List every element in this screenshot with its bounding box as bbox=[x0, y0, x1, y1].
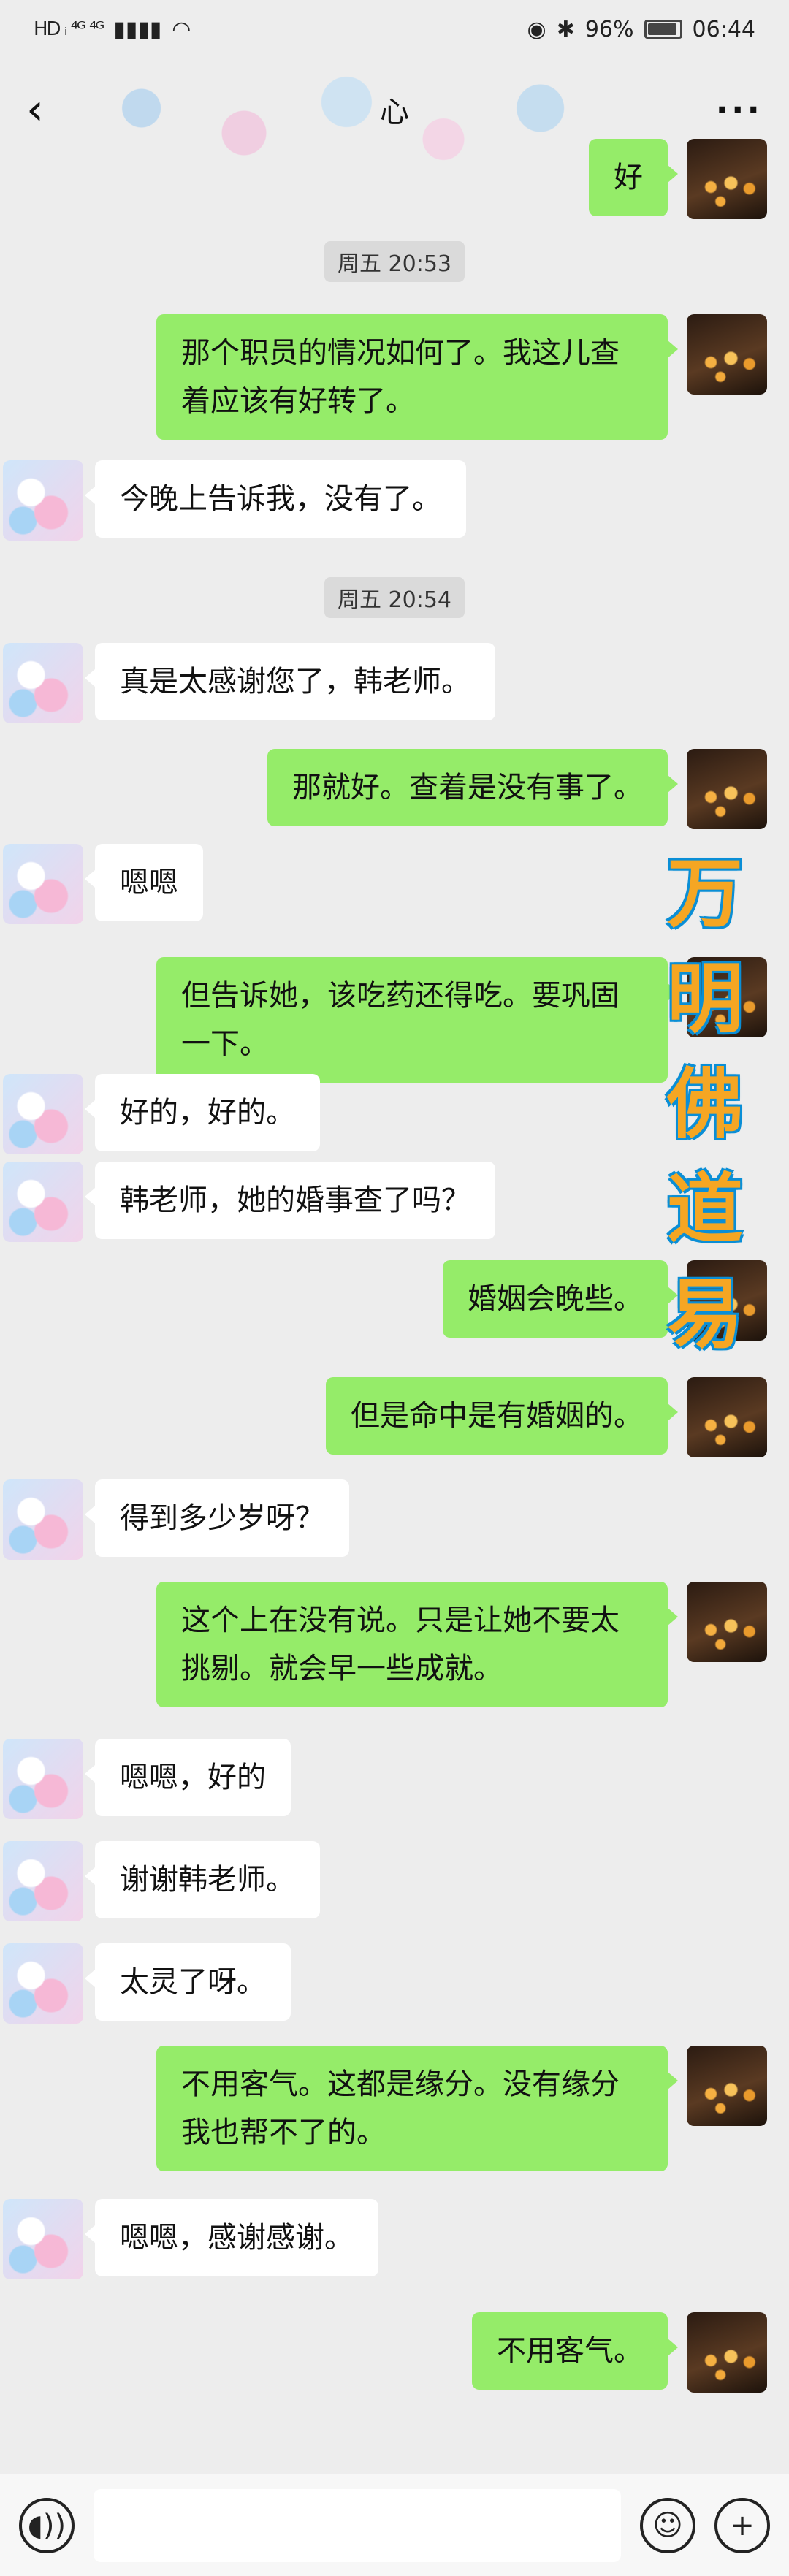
input-bar: ◖)) ☺ + bbox=[0, 2474, 789, 2576]
wifi-icon: ◠ bbox=[172, 16, 191, 42]
avatar[interactable] bbox=[687, 1260, 767, 1341]
avatar[interactable] bbox=[687, 1377, 767, 1457]
message-row-received: 韩老师，她的婚事查了吗？ bbox=[3, 1162, 495, 1242]
message-row-sent: 但告诉她，该吃药还得吃。要巩固一下。 bbox=[156, 957, 767, 1083]
message-bubble[interactable]: 谢谢韩老师。 bbox=[85, 1841, 320, 1918]
chat-header: ‹ 心 ··· bbox=[0, 58, 789, 161]
message-bubble[interactable]: 今晚上告诉我，没有了。 bbox=[85, 460, 466, 538]
message-bubble[interactable]: 婚姻会晚些。 bbox=[443, 1260, 678, 1338]
message-bubble[interactable]: 嗯嗯 bbox=[85, 844, 203, 921]
timestamp: 周五 20:53 bbox=[0, 241, 789, 282]
message-row-sent: 不用客气。 bbox=[472, 2312, 767, 2393]
message-row-received: 真是太感谢您了，韩老师。 bbox=[3, 643, 495, 723]
avatar[interactable] bbox=[687, 2046, 767, 2126]
message-bubble[interactable]: 但告诉她，该吃药还得吃。要巩固一下。 bbox=[156, 957, 678, 1083]
message-bubble[interactable]: 得到多少岁呀？ bbox=[85, 1479, 349, 1557]
signal-icon: ▮▮▮▮ bbox=[113, 16, 162, 42]
message-row-received: 嗯嗯，感谢感谢。 bbox=[3, 2199, 378, 2279]
message-bubble[interactable]: 这个上在没有说。只是让她不要太挑剔。就会早一些成就。 bbox=[156, 1582, 678, 1707]
battery-percent: 96% bbox=[584, 16, 634, 42]
message-row-received: 嗯嗯 bbox=[3, 844, 203, 924]
message-row-sent: 但是命中是有婚姻的。 bbox=[326, 1377, 767, 1457]
plus-circle-icon[interactable]: + bbox=[714, 2497, 770, 2553]
watermark-char: 万 bbox=[666, 848, 743, 938]
message-bubble[interactable]: 那个职员的情况如何了。我这儿查着应该有好转了。 bbox=[156, 314, 678, 440]
status-right: ◉ ✱ 96% 06:44 bbox=[527, 17, 755, 42]
message-bubble[interactable]: 嗯嗯，好的 bbox=[85, 1739, 291, 1816]
message-bubble[interactable]: 不用客气。这都是缘分。没有缘分我也帮不了的。 bbox=[156, 2046, 678, 2171]
message-bubble[interactable]: 韩老师，她的婚事查了吗？ bbox=[85, 1162, 495, 1239]
chat-title: 心 bbox=[380, 96, 409, 129]
message-row-received: 得到多少岁呀？ bbox=[3, 1479, 349, 1560]
message-row-received: 太灵了呀。 bbox=[3, 1943, 291, 2024]
message-row-received: 嗯嗯，好的 bbox=[3, 1739, 291, 1819]
watermark-char: 道 bbox=[666, 1164, 743, 1254]
message-input[interactable] bbox=[94, 2488, 621, 2562]
message-bubble[interactable]: 太灵了呀。 bbox=[85, 1943, 291, 2021]
signal-indicators: HD ᵢ ⁴ᴳ ⁴ᴳ bbox=[34, 18, 104, 40]
avatar[interactable] bbox=[687, 1582, 767, 1662]
voice-icon[interactable]: ◖)) bbox=[19, 2497, 75, 2553]
avatar[interactable] bbox=[3, 1739, 83, 1819]
message-row-received: 谢谢韩老师。 bbox=[3, 1841, 320, 1921]
message-row-sent: 那个职员的情况如何了。我这儿查着应该有好转了。 bbox=[156, 314, 767, 440]
battery-icon bbox=[644, 20, 682, 39]
message-bubble[interactable]: 不用客气。 bbox=[472, 2312, 678, 2390]
bluetooth-icon: ✱ bbox=[556, 16, 575, 42]
status-left: HD ᵢ ⁴ᴳ ⁴ᴳ ▮▮▮▮ ◠ bbox=[34, 17, 191, 42]
eye-icon: ◉ bbox=[527, 16, 546, 42]
avatar[interactable] bbox=[3, 643, 83, 723]
timestamp-label: 周五 20:54 bbox=[324, 577, 465, 618]
message-bubble[interactable]: 嗯嗯，感谢感谢。 bbox=[85, 2199, 378, 2276]
message-row-sent: 那就好。查着是没有事了。 bbox=[267, 749, 767, 829]
avatar[interactable] bbox=[3, 460, 83, 541]
message-bubble[interactable]: 好的，好的。 bbox=[85, 1074, 320, 1151]
avatar[interactable] bbox=[3, 1841, 83, 1921]
message-row-received: 今晚上告诉我，没有了。 bbox=[3, 460, 466, 541]
avatar[interactable] bbox=[687, 957, 767, 1037]
message-row-sent: 不用客气。这都是缘分。没有缘分我也帮不了的。 bbox=[156, 2046, 767, 2171]
message-row-received: 好的，好的。 bbox=[3, 1074, 320, 1154]
message-row-sent: 这个上在没有说。只是让她不要太挑剔。就会早一些成就。 bbox=[156, 1582, 767, 1707]
avatar[interactable] bbox=[687, 314, 767, 395]
avatar[interactable] bbox=[3, 2199, 83, 2279]
avatar[interactable] bbox=[3, 1074, 83, 1154]
avatar[interactable] bbox=[3, 1943, 83, 2024]
status-bar: HD ᵢ ⁴ᴳ ⁴ᴳ ▮▮▮▮ ◠ ◉ ✱ 96% 06:44 bbox=[0, 0, 789, 58]
avatar[interactable] bbox=[3, 1479, 83, 1560]
message-bubble[interactable]: 那就好。查着是没有事了。 bbox=[267, 749, 678, 826]
timestamp-label: 周五 20:53 bbox=[324, 241, 465, 282]
chevron-left-icon[interactable]: ‹ bbox=[26, 84, 70, 135]
emoji-icon[interactable]: ☺ bbox=[640, 2497, 695, 2553]
message-bubble[interactable]: 真是太感谢您了，韩老师。 bbox=[85, 643, 495, 720]
clock: 06:44 bbox=[692, 16, 755, 42]
message-bubble[interactable]: 但是命中是有婚姻的。 bbox=[326, 1377, 678, 1455]
avatar[interactable] bbox=[687, 2312, 767, 2393]
avatar[interactable] bbox=[3, 844, 83, 924]
timestamp: 周五 20:54 bbox=[0, 577, 789, 618]
avatar[interactable] bbox=[3, 1162, 83, 1242]
more-dots-icon[interactable]: ··· bbox=[716, 90, 763, 129]
message-row-sent: 婚姻会晚些。 bbox=[443, 1260, 767, 1341]
avatar[interactable] bbox=[687, 749, 767, 829]
